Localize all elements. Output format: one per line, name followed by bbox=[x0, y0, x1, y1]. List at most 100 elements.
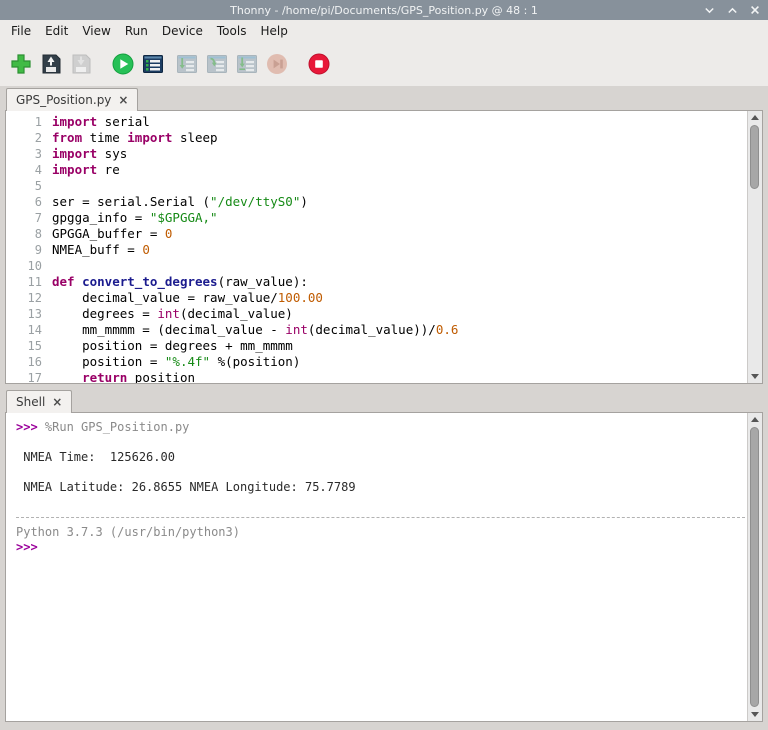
code-line: 3import sys bbox=[6, 146, 747, 162]
scroll-up-icon[interactable] bbox=[748, 413, 762, 426]
editor-panel: 1import serial2from time import sleep3im… bbox=[5, 110, 763, 384]
code-line: 5 bbox=[6, 178, 747, 194]
line-number: 1 bbox=[6, 114, 42, 130]
step-over-button bbox=[175, 52, 199, 76]
editor-tab-label: GPS_Position.py bbox=[16, 93, 111, 107]
code-line: 7gpgga_info = "$GPGGA," bbox=[6, 210, 747, 226]
shell-panel: >>> %Run GPS_Position.py NMEA Time: 1256… bbox=[5, 412, 763, 722]
window-controls bbox=[703, 0, 761, 20]
line-number: 14 bbox=[6, 322, 42, 338]
title-bar[interactable]: Thonny - /home/pi/Documents/GPS_Position… bbox=[0, 0, 768, 20]
menu-item-file[interactable]: File bbox=[4, 21, 38, 41]
shell-line: >>> bbox=[16, 540, 747, 555]
editor-tab-bar: GPS_Position.py × bbox=[0, 86, 768, 110]
line-number: 7 bbox=[6, 210, 42, 226]
new-file-button[interactable] bbox=[9, 52, 33, 76]
line-number: 8 bbox=[6, 226, 42, 242]
menu-item-device[interactable]: Device bbox=[155, 21, 210, 41]
shell-output[interactable]: >>> %Run GPS_Position.py NMEA Time: 1256… bbox=[6, 413, 747, 721]
step-into-button bbox=[205, 52, 229, 76]
shell-tab-bar: Shell × bbox=[0, 388, 768, 412]
line-number: 2 bbox=[6, 130, 42, 146]
code-line: 16 position = "%.4f" %(position) bbox=[6, 354, 747, 370]
line-number: 9 bbox=[6, 242, 42, 258]
line-number: 12 bbox=[6, 290, 42, 306]
menu-item-view[interactable]: View bbox=[75, 21, 117, 41]
shell-scrollbar[interactable] bbox=[747, 413, 762, 721]
save-floppy-icon bbox=[69, 52, 93, 76]
line-number: 13 bbox=[6, 306, 42, 322]
code-line: 2from time import sleep bbox=[6, 130, 747, 146]
run-play-icon bbox=[111, 52, 135, 76]
menu-item-help[interactable]: Help bbox=[253, 21, 294, 41]
line-number: 4 bbox=[6, 162, 42, 178]
save-file-button bbox=[69, 52, 93, 76]
tab-close-icon[interactable]: × bbox=[118, 95, 128, 105]
line-number: 16 bbox=[6, 354, 42, 370]
shell-line bbox=[16, 495, 747, 510]
code-line: 9NMEA_buff = 0 bbox=[6, 242, 747, 258]
line-number: 10 bbox=[6, 258, 42, 274]
scroll-down-icon[interactable] bbox=[748, 708, 762, 721]
resume-icon bbox=[265, 52, 289, 76]
menu-item-run[interactable]: Run bbox=[118, 21, 155, 41]
editor-scroll-trough[interactable] bbox=[748, 124, 762, 370]
debug-list-icon bbox=[141, 52, 165, 76]
shell-line: NMEA Time: 125626.00 bbox=[16, 450, 747, 465]
close-icon bbox=[750, 5, 760, 15]
menu-item-tools[interactable]: Tools bbox=[210, 21, 254, 41]
tab-gps-position-py[interactable]: GPS_Position.py × bbox=[6, 88, 138, 111]
menu-bar: FileEditViewRunDeviceToolsHelp bbox=[0, 20, 768, 42]
tab-shell[interactable]: Shell × bbox=[6, 390, 72, 413]
line-number: 3 bbox=[6, 146, 42, 162]
resume-button bbox=[265, 52, 289, 76]
open-floppy-icon bbox=[39, 52, 63, 76]
shell-tab-close-icon[interactable]: × bbox=[52, 397, 62, 407]
close-button[interactable] bbox=[749, 4, 761, 16]
shell-scroll-trough[interactable] bbox=[748, 426, 762, 708]
shell-tab-label: Shell bbox=[16, 395, 45, 409]
shell-line bbox=[16, 435, 747, 450]
code-line: 1import serial bbox=[6, 114, 747, 130]
line-number: 15 bbox=[6, 338, 42, 354]
plus-icon bbox=[9, 52, 33, 76]
line-number: 6 bbox=[6, 194, 42, 210]
shell-line: >>> %Run GPS_Position.py bbox=[16, 420, 747, 435]
chevron-down-icon bbox=[704, 6, 715, 15]
menu-item-edit[interactable]: Edit bbox=[38, 21, 75, 41]
code-line: 17 return position bbox=[6, 370, 747, 383]
debug-button[interactable] bbox=[141, 52, 165, 76]
editor-scroll-thumb[interactable] bbox=[750, 125, 759, 189]
line-number: 5 bbox=[6, 178, 42, 194]
stop-button[interactable] bbox=[307, 52, 331, 76]
shell-scroll-thumb[interactable] bbox=[750, 427, 759, 707]
scroll-up-icon[interactable] bbox=[748, 111, 762, 124]
shell-line bbox=[16, 465, 747, 480]
editor-scrollbar[interactable] bbox=[747, 111, 762, 383]
open-file-button[interactable] bbox=[39, 52, 63, 76]
line-number: 17 bbox=[6, 370, 42, 383]
code-line: 6ser = serial.Serial ("/dev/ttyS0") bbox=[6, 194, 747, 210]
code-line: 10 bbox=[6, 258, 747, 274]
restart-separator bbox=[16, 510, 747, 525]
maximize-button[interactable] bbox=[726, 4, 738, 16]
shell-line: Python 3.7.3 (/usr/bin/python3) bbox=[16, 525, 747, 540]
line-number: 11 bbox=[6, 274, 42, 290]
thonny-window: Thonny - /home/pi/Documents/GPS_Position… bbox=[0, 0, 768, 730]
toolbar bbox=[0, 42, 768, 86]
code-editor[interactable]: 1import serial2from time import sleep3im… bbox=[6, 111, 747, 383]
code-line: 12 decimal_value = raw_value/100.00 bbox=[6, 290, 747, 306]
status-strip bbox=[0, 722, 768, 730]
scroll-down-icon[interactable] bbox=[748, 370, 762, 383]
step-out-icon bbox=[235, 52, 259, 76]
minimize-button[interactable] bbox=[703, 4, 715, 16]
chevron-up-icon bbox=[727, 6, 738, 15]
window-title: Thonny - /home/pi/Documents/GPS_Position… bbox=[230, 4, 538, 17]
code-line: 4import re bbox=[6, 162, 747, 178]
run-button[interactable] bbox=[111, 52, 135, 76]
step-out-button bbox=[235, 52, 259, 76]
shell-line: NMEA Latitude: 26.8655 NMEA Longitude: 7… bbox=[16, 480, 747, 495]
step-into-icon bbox=[205, 52, 229, 76]
code-line: 13 degrees = int(decimal_value) bbox=[6, 306, 747, 322]
step-over-icon bbox=[175, 52, 199, 76]
